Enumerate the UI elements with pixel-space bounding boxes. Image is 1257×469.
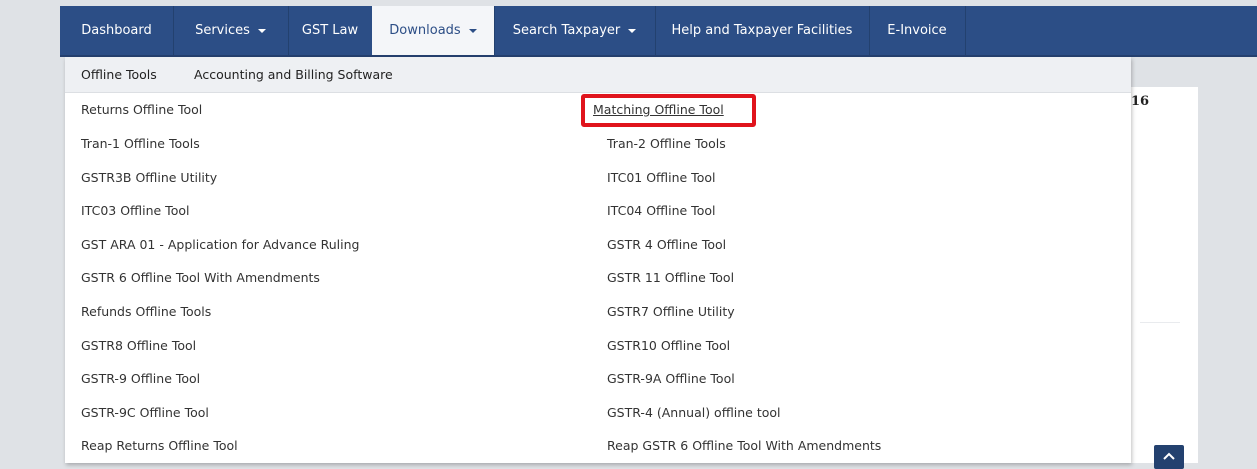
nav-services[interactable]: Services [173, 6, 289, 55]
nav-downloads-label: Downloads [389, 23, 461, 38]
caret-down-icon [257, 28, 266, 33]
menu-link[interactable]: GSTR 4 Offline Tool [607, 236, 726, 254]
subtab-accounting-billing[interactable]: Accounting and Billing Software [194, 57, 393, 92]
nav-e-invoice-label: E-Invoice [887, 23, 947, 38]
caret-down-icon [628, 28, 637, 33]
menu-link[interactable]: Returns Offline Tool [81, 101, 202, 119]
nav-e-invoice[interactable]: E-Invoice [869, 6, 966, 55]
nav-help[interactable]: Help and Taxpayer Facilities [655, 6, 870, 55]
background-card [1125, 87, 1198, 463]
nav-dashboard-label: Dashboard [81, 23, 152, 38]
highlight-box [581, 94, 756, 127]
menu-link[interactable]: ITC01 Offline Tool [607, 169, 715, 187]
caret-down-icon [468, 28, 477, 33]
menu-link[interactable]: ITC03 Offline Tool [81, 202, 189, 220]
menu-link[interactable]: GSTR-9C Offline Tool [81, 404, 209, 422]
menu-link[interactable]: Tran-2 Offline Tools [607, 135, 726, 153]
nav-search-taxpayer-label: Search Taxpayer [512, 23, 621, 38]
menu-link[interactable]: GST ARA 01 - Application for Advance Rul… [81, 236, 359, 254]
chevron-up-icon [1163, 452, 1175, 460]
menu-link[interactable]: GSTR3B Offline Utility [81, 169, 217, 187]
downloads-subtabs: Offline Tools Accounting and Billing Sof… [65, 57, 1131, 93]
subtab-offline-tools[interactable]: Offline Tools [81, 57, 157, 92]
nav-search-taxpayer[interactable]: Search Taxpayer [494, 6, 656, 55]
menu-link[interactable]: Reap Returns Offline Tool [81, 437, 238, 455]
menu-link[interactable]: GSTR 6 Offline Tool With Amendments [81, 269, 320, 287]
menu-link[interactable]: GSTR-9A Offline Tool [607, 370, 735, 388]
menu-link[interactable]: GSTR 11 Offline Tool [607, 269, 734, 287]
scroll-to-top-button[interactable] [1154, 445, 1184, 469]
menu-link[interactable]: ITC04 Offline Tool [607, 202, 715, 220]
nav-downloads[interactable]: Downloads [372, 6, 495, 55]
nav-gst-law-label: GST Law [301, 23, 359, 38]
menu-link[interactable]: Reap GSTR 6 Offline Tool With Amendments [607, 437, 881, 455]
nav-dashboard[interactable]: Dashboard [60, 6, 174, 55]
menu-link[interactable]: GSTR10 Offline Tool [607, 337, 730, 355]
menu-link[interactable]: GSTR-4 (Annual) offline tool [607, 404, 781, 422]
menu-link[interactable]: GSTR8 Offline Tool [81, 337, 196, 355]
page-frame: 16 Dashboard Services GST Law Downloads … [0, 0, 1257, 469]
background-card-number: 16 [1131, 94, 1150, 109]
menu-link[interactable]: GSTR7 Offline Utility [607, 303, 735, 321]
menu-link[interactable]: Refunds Offline Tools [81, 303, 211, 321]
nav-services-label: Services [195, 23, 250, 38]
menu-link[interactable]: Tran-1 Offline Tools [81, 135, 200, 153]
main-navbar: Dashboard Services GST Law Downloads Sea… [60, 6, 1257, 57]
background-divider [1140, 322, 1180, 323]
menu-link[interactable]: GSTR-9 Offline Tool [81, 370, 200, 388]
nav-gst-law[interactable]: GST Law [288, 6, 373, 55]
nav-help-label: Help and Taxpayer Facilities [671, 23, 853, 38]
